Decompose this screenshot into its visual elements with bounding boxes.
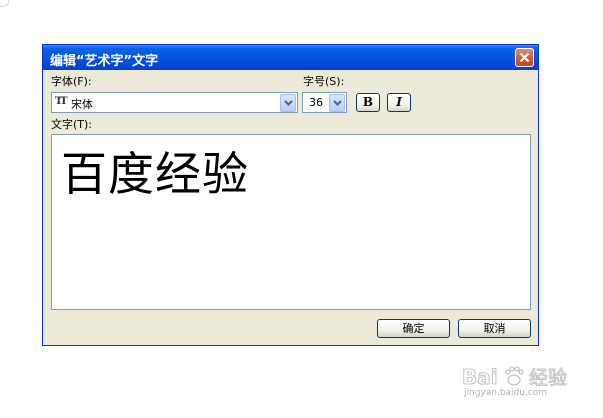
chevron-down-icon <box>284 100 293 106</box>
size-select-value: 36 <box>309 96 323 109</box>
font-select[interactable]: TT 宋体 <box>51 92 298 113</box>
screenshot-page: 编辑“艺术字”文字 字体(F): TT 宋体 字号(S): 36 B I 文字(… <box>0 0 603 418</box>
dialog-title: 编辑“艺术字”文字 <box>50 54 159 69</box>
page-corner-mark <box>0 0 9 7</box>
cancel-button[interactable]: 取消 <box>458 319 531 338</box>
text-input-content: 百度经验 <box>61 147 249 201</box>
svg-text:经验: 经验 <box>529 367 567 389</box>
bold-button[interactable]: B <box>356 93 380 112</box>
size-select[interactable]: 36 <box>302 92 347 113</box>
ok-button[interactable]: 确定 <box>377 319 450 338</box>
close-icon <box>519 52 530 63</box>
dialog-titlebar[interactable]: 编辑“艺术字”文字 <box>43 45 538 70</box>
font-select-value: 宋体 <box>71 98 93 111</box>
size-label: 字号(S): <box>303 75 345 88</box>
close-button[interactable] <box>515 48 534 67</box>
font-label: 字体(F): <box>51 75 92 88</box>
text-input-area[interactable]: 百度经验 <box>51 134 531 310</box>
baidu-logo-icon: Bai 经验 <box>462 365 568 390</box>
chevron-down-icon <box>333 100 342 106</box>
font-dropdown-button[interactable] <box>280 94 296 112</box>
svg-text:Bai: Bai <box>462 365 498 389</box>
baidu-watermark: Bai 经验 jingyan.baidu.com <box>462 364 587 399</box>
italic-button[interactable]: I <box>387 93 411 112</box>
truetype-font-icon: TT <box>55 96 67 107</box>
watermark-url: jingyan.baidu.com <box>464 388 548 398</box>
text-label: 文字(T): <box>51 118 93 131</box>
size-dropdown-button[interactable] <box>329 94 345 112</box>
